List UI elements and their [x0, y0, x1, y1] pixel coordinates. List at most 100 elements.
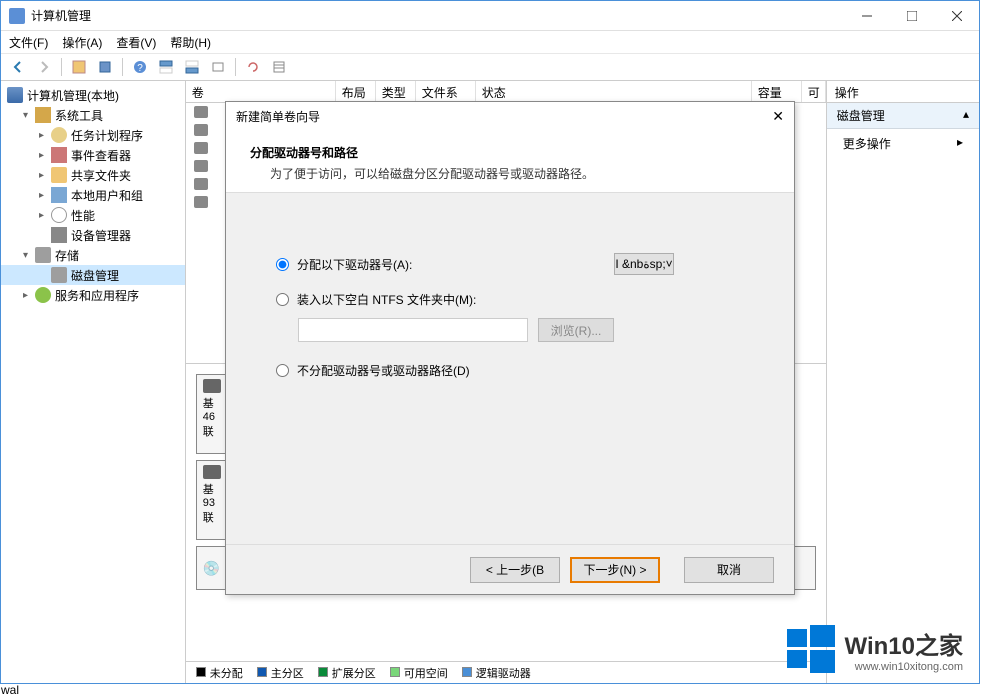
- tree-services[interactable]: ▸服务和应用程序: [1, 285, 185, 305]
- dialog-title: 新建简单卷向导: [236, 108, 772, 125]
- dialog-buttons: < 上一步(B 下一步(N) > 取消: [226, 544, 794, 594]
- radio-mount-folder[interactable]: [276, 293, 289, 306]
- col-type[interactable]: 类型: [376, 81, 416, 102]
- cd-icon: 💿: [203, 560, 220, 577]
- expander-icon[interactable]: ▸: [39, 170, 51, 181]
- volume-icon: [194, 106, 208, 118]
- list-button[interactable]: [268, 56, 290, 78]
- nav-forward-button[interactable]: [33, 56, 55, 78]
- expander-icon[interactable]: ▾: [23, 250, 35, 261]
- label-no-assign[interactable]: 不分配驱动器号或驱动器路径(D): [297, 362, 470, 379]
- option-none-row: 不分配驱动器号或驱动器路径(D): [276, 362, 744, 379]
- actions-section[interactable]: 磁盘管理▴: [827, 103, 979, 129]
- label-mount-folder[interactable]: 装入以下空白 NTFS 文件夹中(M):: [297, 291, 476, 308]
- storage-icon: [35, 247, 51, 263]
- windows-logo-icon: [787, 625, 835, 673]
- option-assign-row: 分配以下驱动器号(A): I &nbةsp;˅: [276, 253, 744, 275]
- column-headers: 卷 布局 类型 文件系统 状态 容量 可: [186, 81, 826, 103]
- tree-task-scheduler[interactable]: ▸任务计划程序: [1, 125, 185, 145]
- col-layout[interactable]: 布局: [336, 81, 376, 102]
- disk-icon: [203, 379, 221, 393]
- chevron-right-icon: ▸: [957, 135, 963, 152]
- device-icon: [51, 227, 67, 243]
- legend-extended: 扩展分区: [318, 665, 376, 681]
- view-bottom-button[interactable]: [181, 56, 203, 78]
- tree-device-manager[interactable]: 设备管理器: [1, 225, 185, 245]
- tree-root[interactable]: 计算机管理(本地): [1, 85, 185, 105]
- next-button[interactable]: 下一步(N) >: [570, 557, 660, 583]
- toolbar-separator: [61, 58, 62, 76]
- option-mount-row: 装入以下空白 NTFS 文件夹中(M):: [276, 291, 744, 308]
- cancel-button[interactable]: 取消: [684, 557, 774, 583]
- view-top-button[interactable]: [155, 56, 177, 78]
- radio-no-assign[interactable]: [276, 364, 289, 377]
- titlebar: 计算机管理: [1, 1, 979, 31]
- show-tree-button[interactable]: [68, 56, 90, 78]
- col-capacity[interactable]: 容量: [752, 81, 802, 102]
- dialog-body: 分配以下驱动器号(A): I &nbةsp;˅ 装入以下空白 NTFS 文件夹中…: [226, 193, 794, 544]
- tree-system-tools[interactable]: ▾系统工具: [1, 105, 185, 125]
- expander-icon[interactable]: ▸: [23, 290, 35, 301]
- dialog-subheading: 为了便于访问，可以给磁盘分区分配驱动器号或驱动器路径。: [250, 165, 770, 182]
- minimize-button[interactable]: [844, 1, 889, 30]
- radio-assign-letter[interactable]: [276, 258, 289, 271]
- tree-disk-management[interactable]: 磁盘管理: [1, 265, 185, 285]
- actions-header: 操作: [827, 81, 979, 103]
- dialog-close-button[interactable]: ✕: [772, 108, 784, 125]
- toolbar-separator: [122, 58, 123, 76]
- gear-icon: [35, 287, 51, 303]
- refresh-button[interactable]: [242, 56, 264, 78]
- menu-help[interactable]: 帮助(H): [170, 34, 211, 51]
- menu-view[interactable]: 查看(V): [116, 34, 156, 51]
- actions-more[interactable]: 更多操作▸: [827, 129, 979, 158]
- properties-button[interactable]: [94, 56, 116, 78]
- drive-letter-select[interactable]: I &nbةsp;˅: [614, 253, 674, 275]
- nav-back-button[interactable]: [7, 56, 29, 78]
- col-free[interactable]: 可: [802, 81, 826, 102]
- tree-shared-folders[interactable]: ▸共享文件夹: [1, 165, 185, 185]
- expander-icon[interactable]: ▸: [39, 190, 51, 201]
- close-button[interactable]: [934, 1, 979, 30]
- disk-icon: [203, 465, 221, 479]
- disk-icon: [51, 267, 67, 283]
- computer-icon: [7, 87, 23, 103]
- folder-icon: [51, 167, 67, 183]
- menu-action[interactable]: 操作(A): [62, 34, 102, 51]
- perf-icon: [51, 207, 67, 223]
- event-icon: [51, 147, 67, 163]
- users-icon: [51, 187, 67, 203]
- expander-icon[interactable]: ▾: [23, 110, 35, 121]
- actions-panel: 操作 磁盘管理▴ 更多操作▸: [827, 81, 979, 683]
- col-volume[interactable]: 卷: [186, 81, 336, 102]
- tree-storage[interactable]: ▾存储: [1, 245, 185, 265]
- dialog-header: 分配驱动器号和路径 为了便于访问，可以给磁盘分区分配驱动器号或驱动器路径。: [226, 130, 794, 193]
- col-status[interactable]: 状态: [476, 81, 752, 102]
- menu-file[interactable]: 文件(F): [9, 34, 48, 51]
- expander-icon[interactable]: ▸: [39, 130, 51, 141]
- tree-local-users[interactable]: ▸本地用户和组: [1, 185, 185, 205]
- tree-event-viewer[interactable]: ▸事件查看器: [1, 145, 185, 165]
- volume-icon: [194, 178, 208, 190]
- back-button[interactable]: < 上一步(B: [470, 557, 560, 583]
- settings-button[interactable]: [207, 56, 229, 78]
- volume-icon: [194, 160, 208, 172]
- wrench-icon: [35, 107, 51, 123]
- col-fs[interactable]: 文件系统: [416, 81, 476, 102]
- volume-icon: [194, 142, 208, 154]
- volume-icon: [194, 124, 208, 136]
- label-assign-letter[interactable]: 分配以下驱动器号(A):: [297, 256, 412, 273]
- menubar: 文件(F) 操作(A) 查看(V) 帮助(H): [1, 31, 979, 53]
- dialog-heading: 分配驱动器号和路径: [250, 144, 770, 161]
- legend: 未分配 主分区 扩展分区 可用空间 逻辑驱动器: [186, 661, 826, 683]
- tree-performance[interactable]: ▸性能: [1, 205, 185, 225]
- help-button[interactable]: ?: [129, 56, 151, 78]
- browse-button: 浏览(R)...: [538, 318, 614, 342]
- expander-icon[interactable]: ▸: [39, 210, 51, 221]
- watermark: Win10之家 www.win10xitong.com: [787, 625, 963, 673]
- maximize-button[interactable]: [889, 1, 934, 30]
- expander-icon[interactable]: ▸: [39, 150, 51, 161]
- app-icon: [9, 8, 25, 24]
- window-title: 计算机管理: [31, 7, 844, 24]
- toolbar: ?: [1, 53, 979, 81]
- mount-path-row: 浏览(R)...: [276, 318, 744, 342]
